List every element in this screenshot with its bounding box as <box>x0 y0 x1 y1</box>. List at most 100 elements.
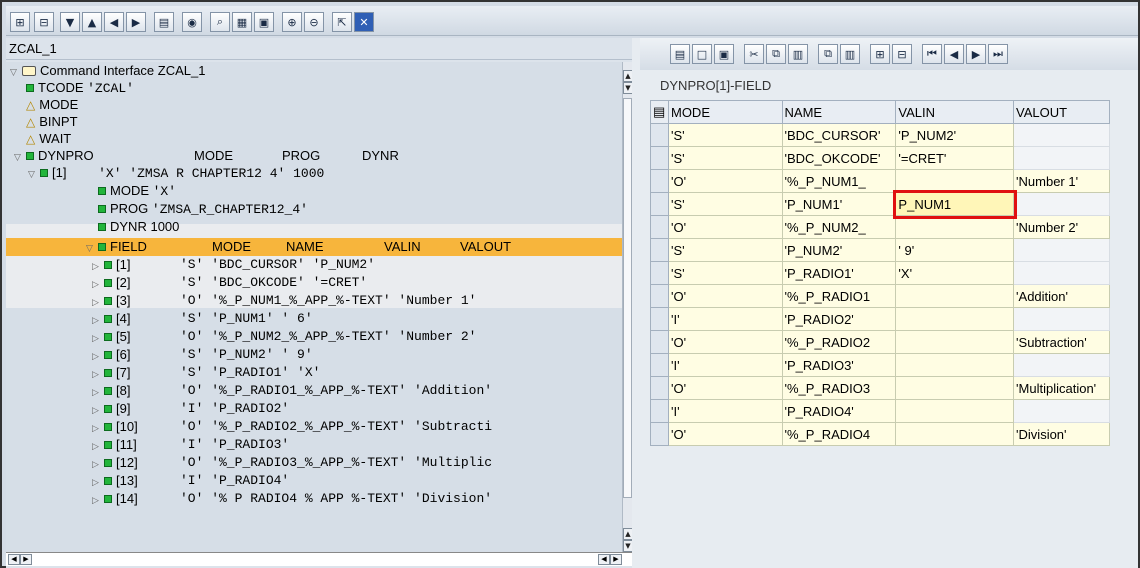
scroll-left-icon[interactable]: ◀ <box>598 554 610 565</box>
cell-valout[interactable] <box>1013 307 1110 331</box>
tree-item-tcode[interactable]: TCODE 'ZCAL' <box>26 79 134 97</box>
cell-name[interactable]: 'P_RADIO1' <box>781 261 897 285</box>
tree-item-sub-dynr[interactable]: DYNR 1000 <box>98 218 179 236</box>
cell-valin[interactable] <box>895 330 1015 354</box>
triangle-left-icon[interactable]: ◀ <box>104 12 124 32</box>
table-row[interactable]: 'O' '%_P_NUM2_ 'Number 2' <box>650 215 1110 239</box>
cell-valin[interactable] <box>895 307 1015 331</box>
cell-mode[interactable]: 'S' <box>667 123 783 147</box>
row-selector[interactable] <box>650 169 669 193</box>
cell-mode[interactable]: 'I' <box>667 353 783 377</box>
table-row[interactable]: 'S' 'P_NUM2' ' 9' <box>650 238 1110 262</box>
cell-name[interactable]: 'BDC_CURSOR' <box>781 123 897 147</box>
cell-name[interactable]: '%_P_NUM2_ <box>781 215 897 239</box>
tree-vertical-scrollbar[interactable]: ▲ ▼ ▲ ▼ <box>622 62 633 552</box>
cell-name[interactable]: '%_P_RADIO3 <box>781 376 897 400</box>
tree-item-field[interactable]: ▷ [12] 'O' '%_P_RADIO3_%_APP_%-TEXT' 'Mult… <box>92 454 492 472</box>
cell-valin[interactable]: 'P_NUM2' <box>895 123 1015 147</box>
row-selector[interactable] <box>650 284 669 308</box>
row-selector[interactable] <box>650 261 669 285</box>
paste-icon[interactable]: ▥ <box>788 44 808 64</box>
cell-name[interactable]: '%_P_NUM1_ <box>781 169 897 193</box>
close-icon[interactable]: ✕ <box>354 12 374 32</box>
cell-valout[interactable]: 'Subtraction' <box>1013 330 1110 354</box>
cell-valin[interactable]: P_NUM1 <box>892 189 1017 219</box>
prev-icon[interactable]: ◀ <box>944 44 964 64</box>
expand-icon[interactable]: ⇱ <box>332 12 352 32</box>
tree-item-field[interactable]: ▷ [1] 'S' 'BDC_CURSOR' 'P_NUM2' <box>92 256 375 274</box>
cell-valout[interactable] <box>1013 123 1110 147</box>
row-selector[interactable] <box>650 422 669 446</box>
cell-mode[interactable]: 'S' <box>667 238 783 262</box>
tree-item-dynpro-1[interactable]: ▽ [1] 'X' 'ZMSA R CHAPTER12 4' 1000 <box>28 164 324 182</box>
cell-mode[interactable]: 'O' <box>667 169 783 193</box>
cell-valin[interactable] <box>895 284 1015 308</box>
table-row[interactable]: 'I' 'P_RADIO4' <box>650 399 1110 423</box>
scroll-left-icon[interactable]: ◀ <box>8 554 20 565</box>
cell-valin[interactable]: ' 9' <box>895 238 1015 262</box>
tree-horizontal-scrollbar[interactable]: ◀ ▶ ◀ ▶ <box>6 552 632 566</box>
cell-valout[interactable]: 'Division' <box>1013 422 1110 446</box>
delete-icon[interactable]: ⊖ <box>304 12 324 32</box>
row-selector[interactable] <box>650 307 669 331</box>
cell-name[interactable]: 'P_RADIO2' <box>781 307 897 331</box>
cell-valin[interactable] <box>895 376 1015 400</box>
table-row[interactable]: 'S' 'P_NUM1' P_NUM1 <box>650 189 1110 219</box>
cell-valout[interactable]: 'Number 1' <box>1013 169 1110 193</box>
expand-all-icon[interactable]: ⊞ <box>10 12 30 32</box>
cell-name[interactable]: '%_P_RADIO4 <box>781 422 897 446</box>
row-selector[interactable] <box>650 192 669 216</box>
column-header-valin[interactable]: VALIN <box>895 100 1015 124</box>
first-icon[interactable]: ⏮ <box>922 44 942 64</box>
cell-valin[interactable] <box>895 353 1015 377</box>
delete-row-icon[interactable]: ⊟ <box>892 44 912 64</box>
scroll-thumb[interactable] <box>623 98 632 498</box>
tree-item-field[interactable]: ▷ [3] 'O' '%_P_NUM1_%_APP_%-TEXT' 'Number … <box>92 292 476 310</box>
row-selector[interactable] <box>650 238 669 262</box>
table-row[interactable]: 'I' 'P_RADIO2' <box>650 307 1110 331</box>
tree-item-field[interactable]: ▷ [8] 'O' '%_P_RADIO1_%_APP_%-TEXT' 'Addit… <box>92 382 492 400</box>
tree-item-field[interactable]: ▷ [14] 'O' '% P RADIO4 % APP %-TEXT' 'Divi… <box>92 490 492 508</box>
cell-name[interactable]: 'P_NUM1' <box>781 192 897 216</box>
collapse-all-icon[interactable]: ⊟ <box>34 12 54 32</box>
tree-item-field[interactable]: ▷ [2] 'S' 'BDC_OKCODE' '=CRET' <box>92 274 367 292</box>
tree-item-field[interactable]: ▷ [4] 'S' 'P_NUM1' ' 6' <box>92 310 313 328</box>
paste-row-icon[interactable]: ▥ <box>840 44 860 64</box>
collapse-icon[interactable]: ▽ <box>10 64 22 82</box>
cell-valout[interactable] <box>1013 353 1110 377</box>
tree-item-mode[interactable]: △ MODE <box>26 96 78 114</box>
cell-name[interactable]: 'P_NUM2' <box>781 238 897 262</box>
tree-item-field[interactable]: ▷ [9] 'I' 'P_RADIO2' <box>92 400 289 418</box>
find-icon[interactable]: ◉ <box>182 12 202 32</box>
cell-valin[interactable]: '=CRET' <box>895 146 1015 170</box>
cut-icon[interactable]: ✂ <box>744 44 764 64</box>
cell-mode[interactable]: 'O' <box>667 422 783 446</box>
insert-icon[interactable]: ⊕ <box>282 12 302 32</box>
cell-name[interactable]: 'P_RADIO3' <box>781 353 897 377</box>
column-header-mode[interactable]: MODE <box>667 100 783 124</box>
cell-mode[interactable]: 'I' <box>667 399 783 423</box>
tree-item-sub-prog[interactable]: PROG 'ZMSA_R_CHAPTER12_4' <box>98 200 308 218</box>
layout-icon[interactable]: ▤ <box>154 12 174 32</box>
cell-name[interactable]: '%_P_RADIO2 <box>781 330 897 354</box>
cell-valin[interactable]: 'X' <box>895 261 1015 285</box>
tree-item-field[interactable]: ▷ [13] 'I' 'P_RADIO4' <box>92 472 289 490</box>
cell-mode[interactable]: 'S' <box>667 192 783 216</box>
table-row[interactable]: 'S' 'BDC_OKCODE' '=CRET' <box>650 146 1110 170</box>
row-selector[interactable] <box>650 353 669 377</box>
cell-name[interactable]: 'BDC_OKCODE' <box>781 146 897 170</box>
row-selector[interactable] <box>650 330 669 354</box>
row-selector[interactable] <box>650 146 669 170</box>
load-icon[interactable]: ▦ <box>232 12 252 32</box>
save-icon[interactable]: ▣ <box>714 44 734 64</box>
copy-row-icon[interactable]: ⧉ <box>818 44 838 64</box>
new-icon[interactable]: □ <box>692 44 712 64</box>
cell-valin[interactable] <box>895 169 1015 193</box>
cell-name[interactable]: 'P_RADIO4' <box>781 399 897 423</box>
cell-mode[interactable]: 'O' <box>667 376 783 400</box>
select-all-icon[interactable]: ▤ <box>650 100 669 124</box>
table-row[interactable]: 'O' '%_P_NUM1_ 'Number 1' <box>650 169 1110 193</box>
cell-valout[interactable]: 'Multiplication' <box>1013 376 1110 400</box>
cell-mode[interactable]: 'O' <box>667 330 783 354</box>
table-row[interactable]: 'S' 'P_RADIO1' 'X' <box>650 261 1110 285</box>
